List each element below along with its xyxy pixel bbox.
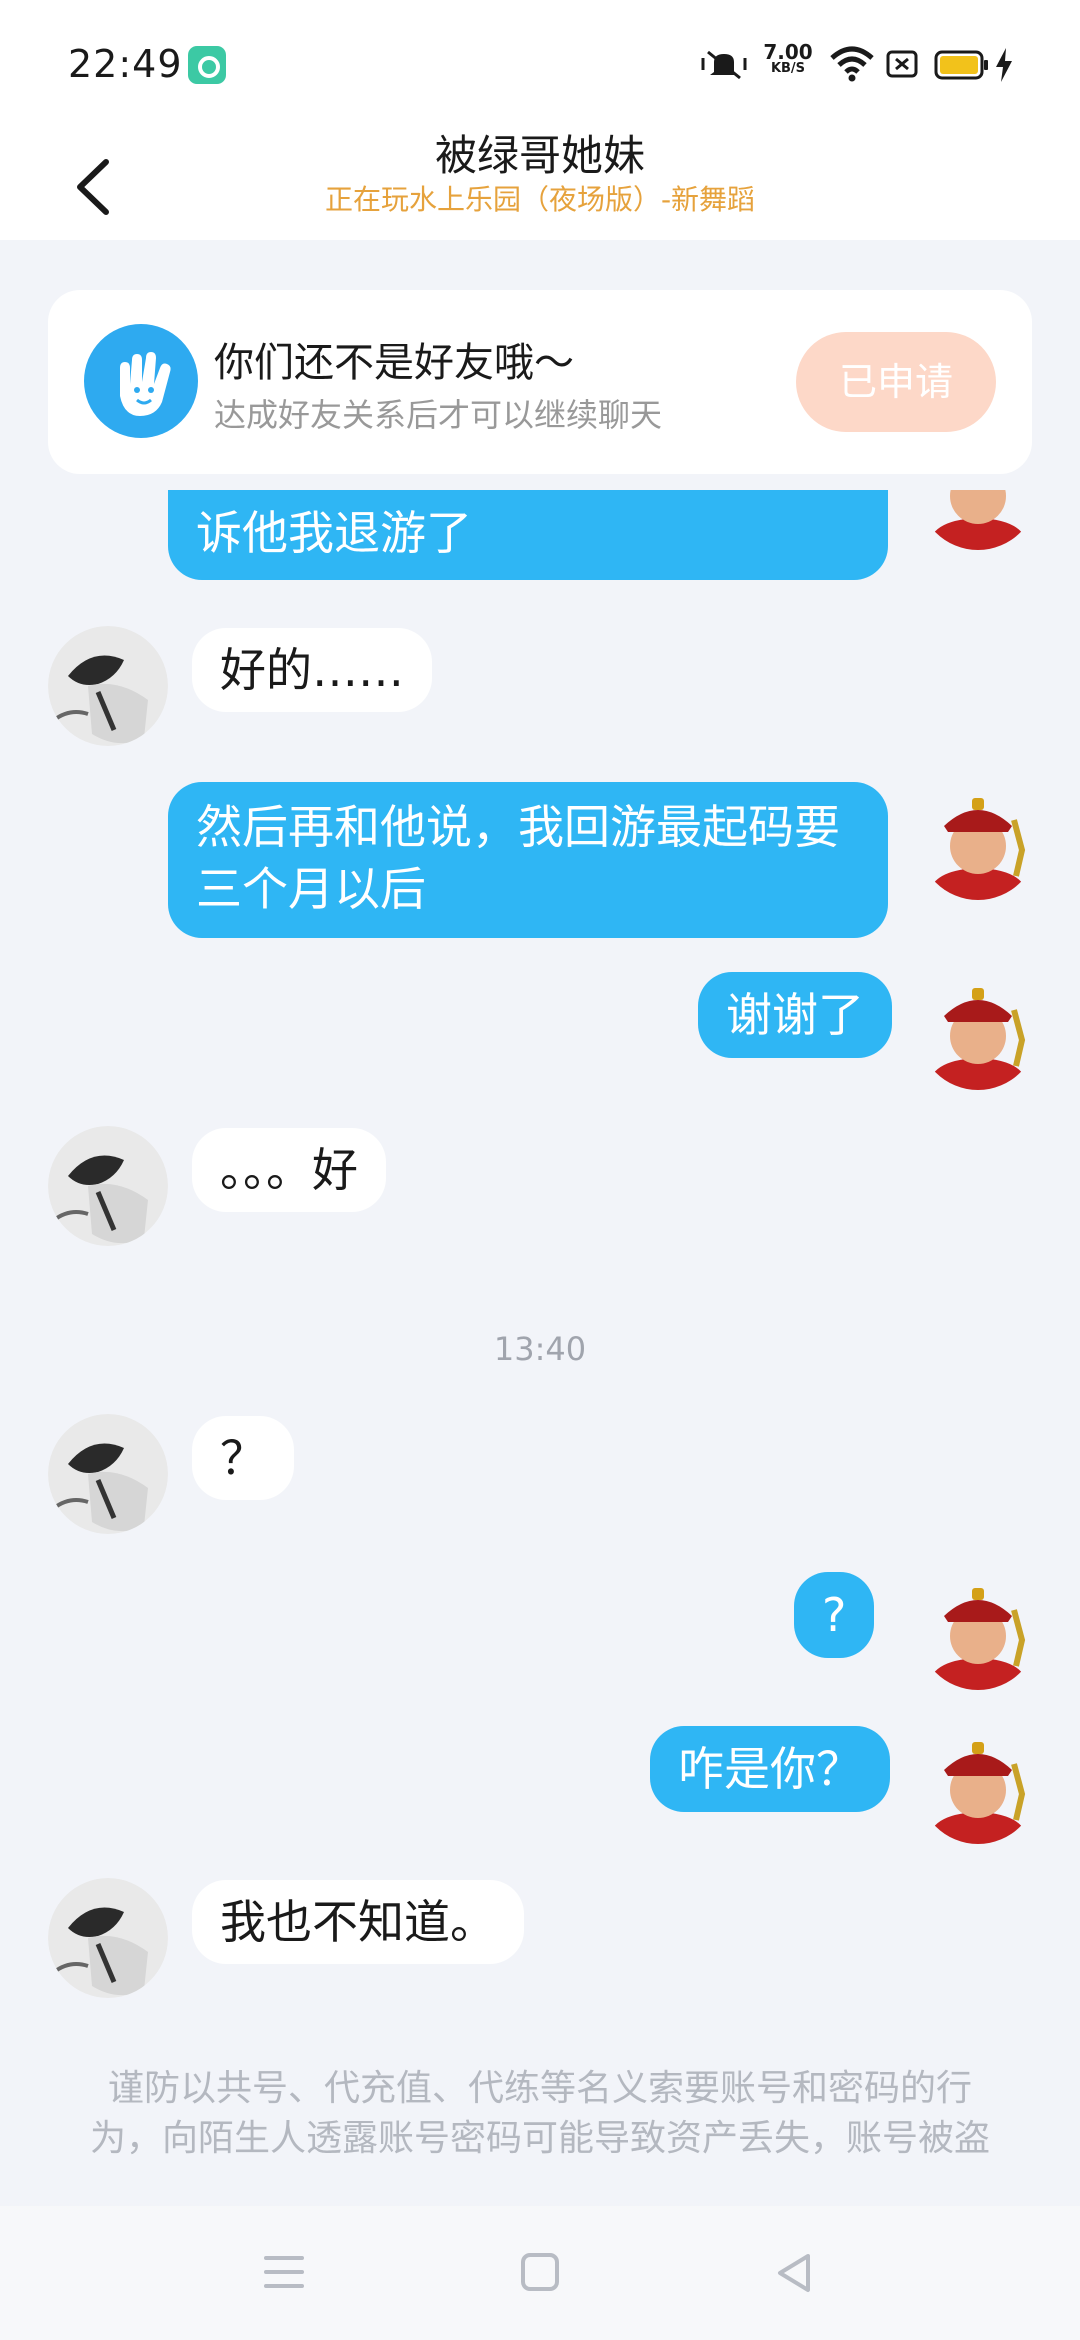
hand-icon xyxy=(84,324,198,438)
message-text: 谢谢了 xyxy=(726,988,864,1042)
message-timestamp: 13:40 xyxy=(493,1330,587,1368)
back-triangle-icon[interactable] xyxy=(774,2252,814,2294)
message-list[interactable]: 诉他我退游了 好的…… 然后再和他说，我回游最起码要 三个月以后 谢谢了 。。。… xyxy=(0,490,1080,2040)
charging-icon xyxy=(996,48,1012,82)
applied-button[interactable]: 已申请 xyxy=(796,332,996,432)
system-nav-bar xyxy=(0,2206,1080,2340)
security-warning-line: 谨防以共号、代充值、代练等名义索要账号和密码的行 xyxy=(107,2068,972,2109)
network-speed-unit: KB/S xyxy=(770,61,806,76)
message-bubble-outgoing[interactable]: 咋是你？ xyxy=(650,1726,890,1812)
message-text: 咋是你？ xyxy=(678,1742,862,1796)
status-time: 22:49 xyxy=(68,42,183,86)
message-text: 好的…… xyxy=(220,643,404,697)
message-bubble-incoming[interactable]: 。。。好 xyxy=(192,1128,386,1212)
friend-notice-card: 你们还不是好友哦～ 达成好友关系后才可以继续聊天 已申请 xyxy=(48,290,1032,474)
message-text-line: 然后再和他说，我回游最起码要 xyxy=(196,800,840,854)
message-text: 诉他我退游了 xyxy=(196,506,472,560)
chat-header: 被绿哥她妹 正在玩水上乐园（夜场版）-新舞蹈 xyxy=(0,120,1080,240)
chat-title[interactable]: 被绿哥她妹 xyxy=(0,122,1080,183)
message-bubble-outgoing[interactable]: 然后再和他说，我回游最起码要 三个月以后 xyxy=(168,782,888,938)
message-bubble-outgoing[interactable]: ? xyxy=(794,1572,875,1658)
battery-icon xyxy=(934,50,988,80)
message-bubble-incoming[interactable]: 好的…… xyxy=(192,628,432,712)
message-bubble-incoming[interactable]: 我也不知道。 xyxy=(192,1880,524,1964)
message-text: 我也不知道。 xyxy=(220,1895,496,1949)
friend-notice-title: 你们还不是好友哦～ xyxy=(214,340,574,386)
message-text: 。。。好 xyxy=(220,1143,358,1197)
friend-notice-subtitle: 达成好友关系后才可以继续聊天 xyxy=(214,396,663,434)
vibrate-mute-icon xyxy=(701,50,747,80)
security-warning: 谨防以共号、代充值、代练等名义索要账号和密码的行 为，向陌生人透露账号密码可能导… xyxy=(80,2064,1000,2164)
message-text: ？ xyxy=(220,1431,266,1485)
wifi-icon xyxy=(830,46,874,82)
status-bar: 22:49 7.00 KB/S xyxy=(0,0,1080,120)
self-avatar[interactable] xyxy=(918,490,1038,550)
network-speed: 7.00 KB/S xyxy=(758,42,818,76)
message-bubble-outgoing[interactable]: 谢谢了 xyxy=(698,972,892,1058)
message-bubble-outgoing[interactable]: 诉他我退游了 xyxy=(168,490,888,580)
self-avatar[interactable] xyxy=(918,1570,1038,1690)
contact-avatar[interactable] xyxy=(48,626,168,746)
home-square-icon[interactable] xyxy=(520,2252,560,2292)
security-warning-line: 为，向陌生人透露账号密码可能导致资产丢失，账号被盗 xyxy=(89,2118,990,2159)
contact-avatar[interactable] xyxy=(48,1414,168,1534)
message-text: ? xyxy=(822,1588,847,1642)
chat-subtitle: 正在玩水上乐园（夜场版）-新舞蹈 xyxy=(324,183,756,216)
notification-app-icon xyxy=(188,46,226,84)
message-bubble-incoming[interactable]: ？ xyxy=(192,1416,294,1500)
sim-off-icon xyxy=(886,50,918,78)
self-avatar[interactable] xyxy=(918,970,1038,1090)
message-text-line: 三个月以后 xyxy=(196,862,426,916)
self-avatar[interactable] xyxy=(918,1724,1038,1844)
self-avatar[interactable] xyxy=(918,780,1038,900)
contact-avatar[interactable] xyxy=(48,1126,168,1246)
menu-icon[interactable] xyxy=(262,2252,306,2292)
contact-avatar[interactable] xyxy=(48,1878,168,1998)
